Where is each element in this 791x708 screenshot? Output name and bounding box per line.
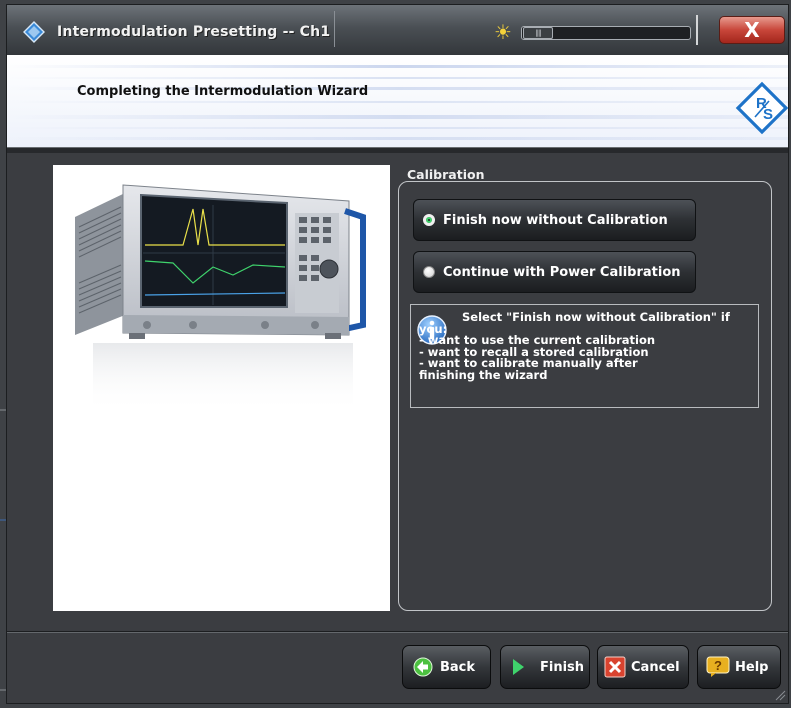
cancel-x-icon — [604, 656, 626, 678]
footer-divider-highlight — [7, 632, 788, 633]
wizard-header-title: Completing the Intermodulation Wizard — [77, 84, 369, 99]
brightness-slider[interactable]: |||| — [521, 26, 691, 40]
title-separator — [334, 11, 335, 47]
option-label: Finish now without Calibration — [443, 212, 668, 228]
back-button[interactable]: Back — [402, 645, 491, 689]
app-logo-icon — [23, 21, 45, 43]
back-label: Back — [440, 659, 476, 675]
finish-label: Finish — [540, 659, 585, 675]
header-decoration — [7, 65, 788, 140]
continue-with-power-calibration-option[interactable]: Continue with Power Calibration — [413, 251, 696, 293]
close-icon: X — [744, 18, 760, 42]
close-button[interactable]: X — [719, 16, 785, 44]
finish-without-calibration-option[interactable]: Finish now without Calibration — [413, 199, 696, 241]
brightness-slider-thumb[interactable]: |||| — [523, 27, 553, 39]
wizard-dialog: Intermodulation Presetting -- Ch1 ☀ ||||… — [6, 4, 789, 704]
calibration-group-title: Calibration — [407, 167, 485, 182]
finish-button[interactable]: Finish — [500, 645, 590, 689]
slider-end-marker — [696, 15, 698, 45]
cancel-label: Cancel — [631, 659, 680, 675]
option-label: Continue with Power Calibration — [443, 264, 681, 280]
instrument-image — [53, 165, 390, 611]
svg-text:?: ? — [714, 658, 722, 673]
rs-logo-text-s: S — [763, 106, 773, 123]
rs-logo: R S — [735, 81, 788, 135]
help-question-icon: ? — [706, 656, 730, 677]
resize-grip-icon[interactable] — [774, 689, 786, 701]
title-bar[interactable]: Intermodulation Presetting -- Ch1 ☀ ||||… — [7, 5, 788, 55]
window-title: Intermodulation Presetting -- Ch1 — [57, 24, 331, 40]
header-divider — [7, 147, 788, 153]
network-analyzer-illustration — [75, 184, 366, 413]
help-button[interactable]: ? Help — [697, 645, 781, 689]
cancel-button[interactable]: Cancel — [597, 645, 689, 689]
help-label: Help — [735, 659, 769, 675]
finish-play-icon — [513, 659, 524, 675]
sun-icon: ☀ — [494, 20, 512, 44]
wizard-header — [7, 55, 788, 147]
info-text: Select "Finish now without Calibration" … — [419, 310, 730, 382]
radio-selected-icon — [423, 214, 435, 226]
back-arrow-icon — [413, 657, 433, 677]
radio-unselected-icon — [423, 266, 435, 278]
